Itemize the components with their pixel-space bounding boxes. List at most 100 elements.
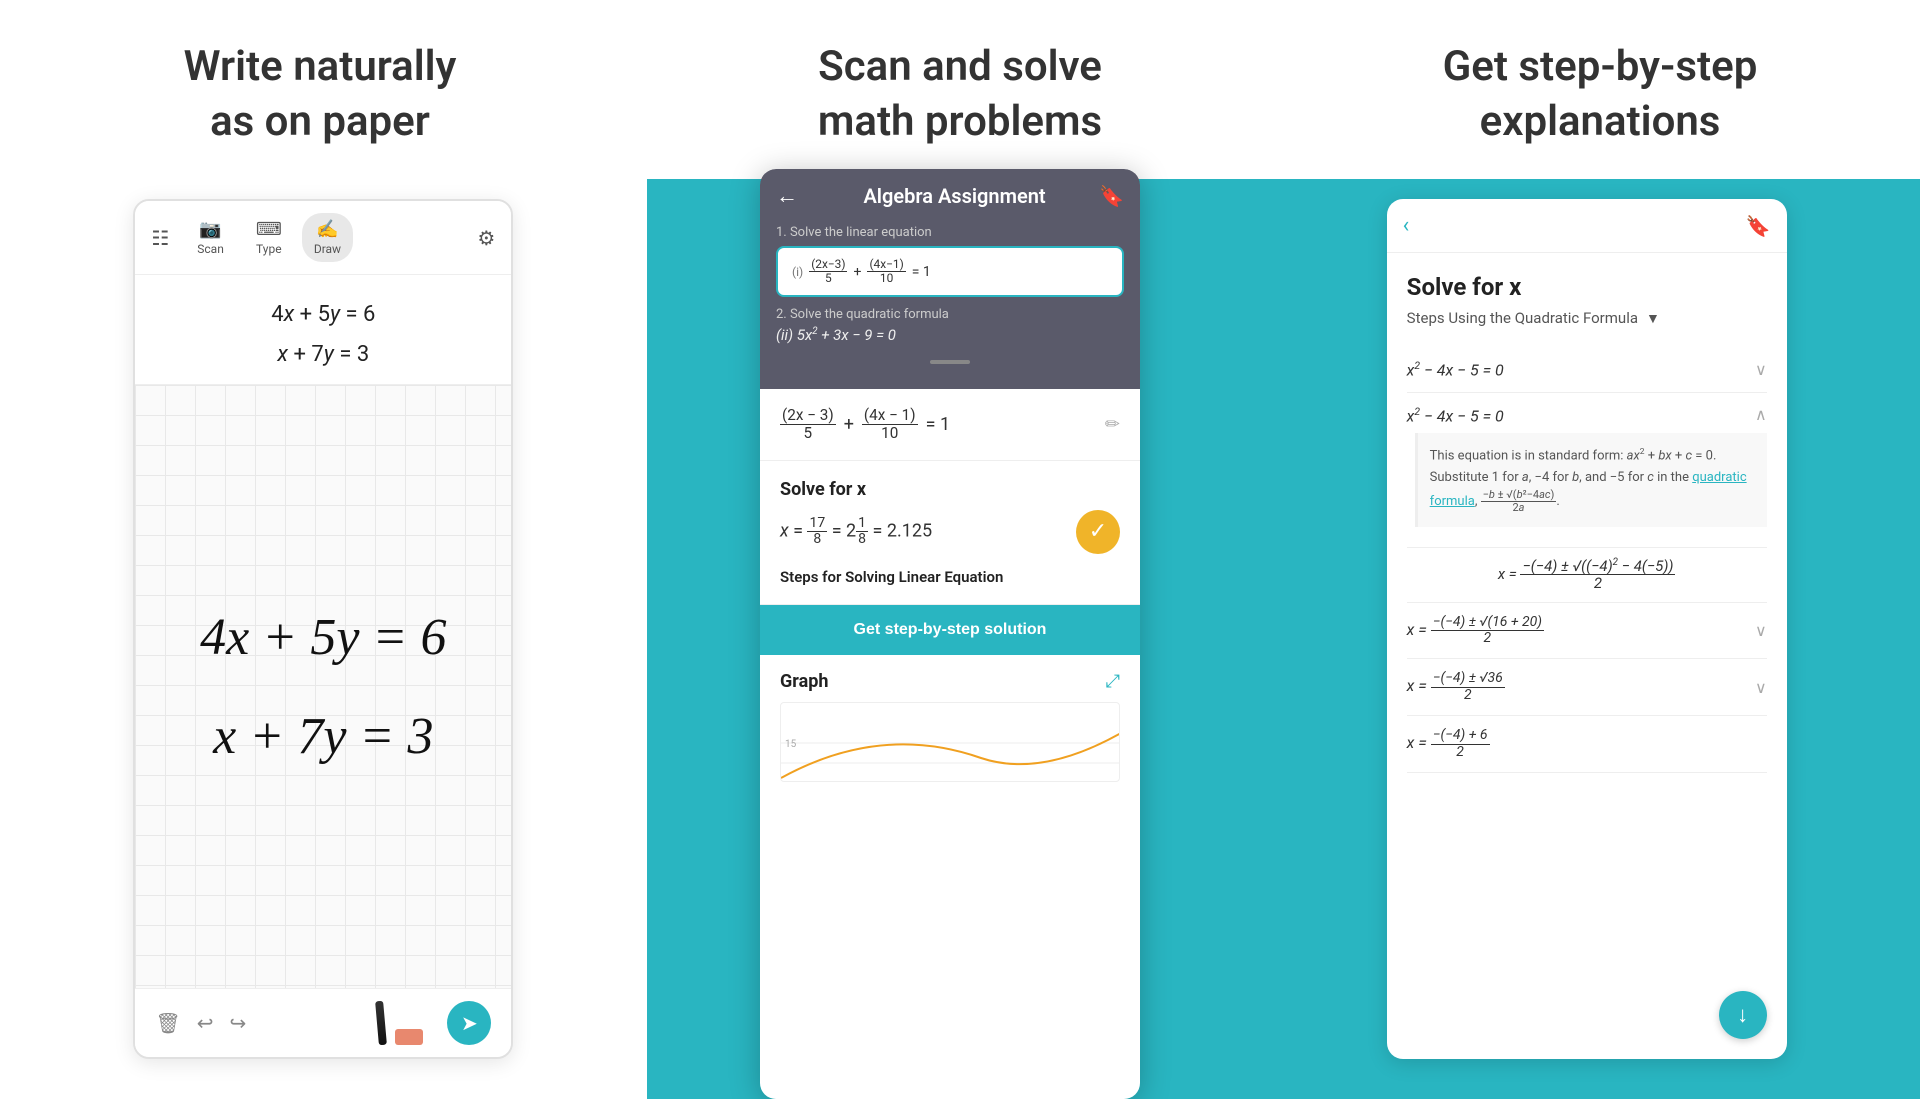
draw-area[interactable]: 4x + 5y = 6 x + 7y = 3 bbox=[135, 385, 511, 988]
bookmark-icon[interactable]: 🔖 bbox=[1099, 184, 1124, 208]
graph-svg: 15 bbox=[781, 703, 1119, 781]
header-col2-line1: Scan and solve bbox=[818, 42, 1102, 91]
step1-chevron-down: ∨ bbox=[1755, 360, 1767, 379]
right-back-icon[interactable]: ‹ bbox=[1403, 213, 1410, 238]
right-subtitle-row: Steps Using the Quadratic Formula ▼ bbox=[1407, 309, 1767, 327]
dropdown-icon[interactable]: ▼ bbox=[1646, 310, 1660, 327]
type-button[interactable]: ⌨ Type bbox=[244, 213, 294, 262]
scan-label: Scan bbox=[197, 242, 224, 256]
formula-card: (2x − 3)5 + (4x − 1)10 = 1 ✏ bbox=[760, 389, 1140, 461]
expand-icon[interactable]: ⤢ bbox=[1106, 671, 1120, 692]
card-frac1: (2x − 3)5 bbox=[780, 407, 836, 442]
handwritten-math: 4x + 5y = 6 x + 7y = 3 bbox=[200, 608, 446, 766]
header-col-1: Write naturally as on paper bbox=[0, 40, 640, 149]
device-bottom-bar: 🗑 ↩ ↪ ➤ bbox=[135, 988, 511, 1057]
plus-sign: + bbox=[853, 264, 861, 280]
list-icon: ☷ bbox=[151, 226, 169, 250]
problem1-number: (i) bbox=[792, 265, 803, 279]
device-right: ‹ 🔖 Solve for x Steps Using the Quadrati… bbox=[1387, 199, 1787, 1059]
handwritten-line1: 4x + 5y = 6 bbox=[200, 608, 446, 667]
header-col3-line2: explanations bbox=[1480, 97, 1721, 146]
problem1-label: 1. Solve the linear equation bbox=[776, 225, 1124, 240]
device-toolbar: ☷ 📷 Scan ⌨ Type ✍ Draw ⚙ bbox=[135, 201, 511, 275]
gear-icon[interactable]: ⚙ bbox=[477, 226, 495, 250]
problem1-box: (i) (2x−3)5 + (4x−1)10 = 1 bbox=[776, 246, 1124, 297]
solve-result: x = 178 = 218 = 2.125 bbox=[780, 516, 932, 548]
header-col3-line1: Get step-by-step bbox=[1443, 42, 1758, 91]
trash-icon[interactable]: 🗑 bbox=[155, 1011, 180, 1035]
graph-card: Graph ⤢ 15 bbox=[760, 655, 1140, 798]
panel-middle: ← Algebra Assignment 🔖 1. Solve the line… bbox=[647, 179, 1254, 1099]
step2-explanation: This equation is in standard form: ax2 +… bbox=[1415, 433, 1767, 527]
header-col-2: Scan and solve math problems bbox=[640, 40, 1280, 149]
step-row-2: x2 − 4x − 5 = 0 ∧ This equation is in st… bbox=[1407, 393, 1767, 548]
step-row-4[interactable]: x = −(−4) ± √(16 + 20)2 ∨ bbox=[1407, 603, 1767, 660]
card-frac2: (4x − 1)10 bbox=[862, 407, 918, 442]
right-title: Solve for x bbox=[1407, 273, 1767, 301]
eraser-icon bbox=[395, 1029, 423, 1045]
formula-line2: x + 7y = 3 bbox=[165, 335, 481, 375]
header-col1-line1: Write naturally bbox=[184, 42, 457, 91]
device-middle-top: ← Algebra Assignment 🔖 1. Solve the line… bbox=[760, 169, 1140, 389]
header-row: Write naturally as on paper Scan and sol… bbox=[0, 0, 1920, 179]
step6-math: x = −(−4) + 62 bbox=[1407, 728, 1490, 760]
redo-icon[interactable]: ↪ bbox=[229, 1011, 246, 1035]
step-row-1[interactable]: x2 − 4x − 5 = 0 ∨ bbox=[1407, 347, 1767, 392]
problem1-formula-row: (i) (2x−3)5 + (4x−1)10 = 1 bbox=[792, 258, 1108, 285]
type-label: Type bbox=[256, 242, 282, 256]
problem1-frac1: (2x−3)5 bbox=[809, 258, 847, 285]
card-formula: (2x − 3)5 + (4x − 1)10 = 1 ✏ bbox=[780, 407, 1120, 442]
back-icon[interactable]: ← bbox=[776, 183, 798, 209]
solve-title: Solve for x bbox=[780, 479, 1120, 500]
step3-formula: x = −(−4) ± √((−4)2 − 4(−5))2 bbox=[1407, 558, 1767, 592]
header-col2-line2: math problems bbox=[818, 97, 1102, 146]
header-col-3: Get step-by-step explanations bbox=[1280, 40, 1920, 149]
right-app-bar: ‹ 🔖 bbox=[1387, 199, 1787, 253]
quadratic-formula-link[interactable]: quadratic formula bbox=[1430, 470, 1747, 509]
draw-icon: ✍ bbox=[316, 219, 338, 240]
card-equals: = 1 bbox=[926, 414, 950, 435]
step2-header[interactable]: x2 − 4x − 5 = 0 ∧ bbox=[1407, 405, 1767, 425]
type-icon: ⌨ bbox=[256, 219, 282, 240]
formula-line1: 4x + 5y = 6 bbox=[165, 295, 481, 335]
device-middle: ← Algebra Assignment 🔖 1. Solve the line… bbox=[760, 169, 1140, 1099]
step4-chevron: ∨ bbox=[1755, 621, 1767, 640]
graph-card-header: Graph ⤢ bbox=[780, 671, 1120, 692]
draw-button[interactable]: ✍ Draw bbox=[302, 213, 353, 262]
step5-math: x = −(−4) ± √362 bbox=[1407, 671, 1505, 703]
drag-handle[interactable] bbox=[930, 360, 970, 364]
graph-title: Graph bbox=[780, 671, 828, 692]
card-plus: + bbox=[844, 414, 854, 435]
right-subtitle: Steps Using the Quadratic Formula bbox=[1407, 309, 1638, 327]
step5-chevron: ∨ bbox=[1755, 678, 1767, 697]
device-middle-bottom: (2x − 3)5 + (4x − 1)10 = 1 ✏ Solve for x bbox=[760, 389, 1140, 1099]
edit-icon[interactable]: ✏ bbox=[1105, 414, 1120, 435]
step4-math: x = −(−4) ± √(16 + 20)2 bbox=[1407, 615, 1544, 647]
step-row-3[interactable]: x = −(−4) ± √((−4)2 − 4(−5))2 bbox=[1407, 548, 1767, 603]
svg-text:15: 15 bbox=[785, 739, 797, 750]
draw-label: Draw bbox=[314, 242, 341, 256]
middle-app-bar: ← Algebra Assignment 🔖 bbox=[760, 169, 1140, 217]
undo-icon[interactable]: ↩ bbox=[197, 1011, 214, 1035]
scan-button[interactable]: 📷 Scan bbox=[185, 213, 236, 262]
step-row-6[interactable]: x = −(−4) + 62 bbox=[1407, 716, 1767, 773]
scroll-down-button[interactable]: ↓ bbox=[1719, 991, 1767, 1039]
graph-area[interactable]: 15 bbox=[780, 702, 1120, 782]
middle-title: Algebra Assignment bbox=[810, 184, 1099, 208]
right-bookmark-icon[interactable]: 🔖 bbox=[1746, 214, 1771, 238]
send-button[interactable]: ➤ bbox=[447, 1001, 491, 1045]
step1-math: x2 − 4x − 5 = 0 bbox=[1407, 359, 1504, 379]
step2-chevron-up: ∧ bbox=[1755, 405, 1767, 424]
pencil-icon bbox=[375, 1001, 387, 1046]
panel-left: ☷ 📷 Scan ⌨ Type ✍ Draw ⚙ 4x + 5y = 6 x bbox=[0, 179, 647, 1099]
step-by-step-button[interactable]: Get step-by-step solution bbox=[760, 605, 1140, 655]
check-badge: ✓ bbox=[1076, 510, 1120, 554]
middle-content-top: 1. Solve the linear equation (i) (2x−3)5… bbox=[760, 217, 1140, 352]
solve-result-row: x = 178 = 218 = 2.125 ✓ bbox=[780, 510, 1120, 554]
problem2-label: 2. Solve the quadratic formula bbox=[776, 307, 1124, 322]
step-row-5[interactable]: x = −(−4) ± √362 ∨ bbox=[1407, 659, 1767, 716]
equals-1: = 1 bbox=[912, 264, 931, 280]
problem1-frac2: (4x−1)10 bbox=[867, 258, 905, 285]
solve-card: Solve for x x = 178 = 218 = 2.125 ✓ Step… bbox=[760, 461, 1140, 605]
device-left: ☷ 📷 Scan ⌨ Type ✍ Draw ⚙ 4x + 5y = 6 x bbox=[133, 199, 513, 1059]
